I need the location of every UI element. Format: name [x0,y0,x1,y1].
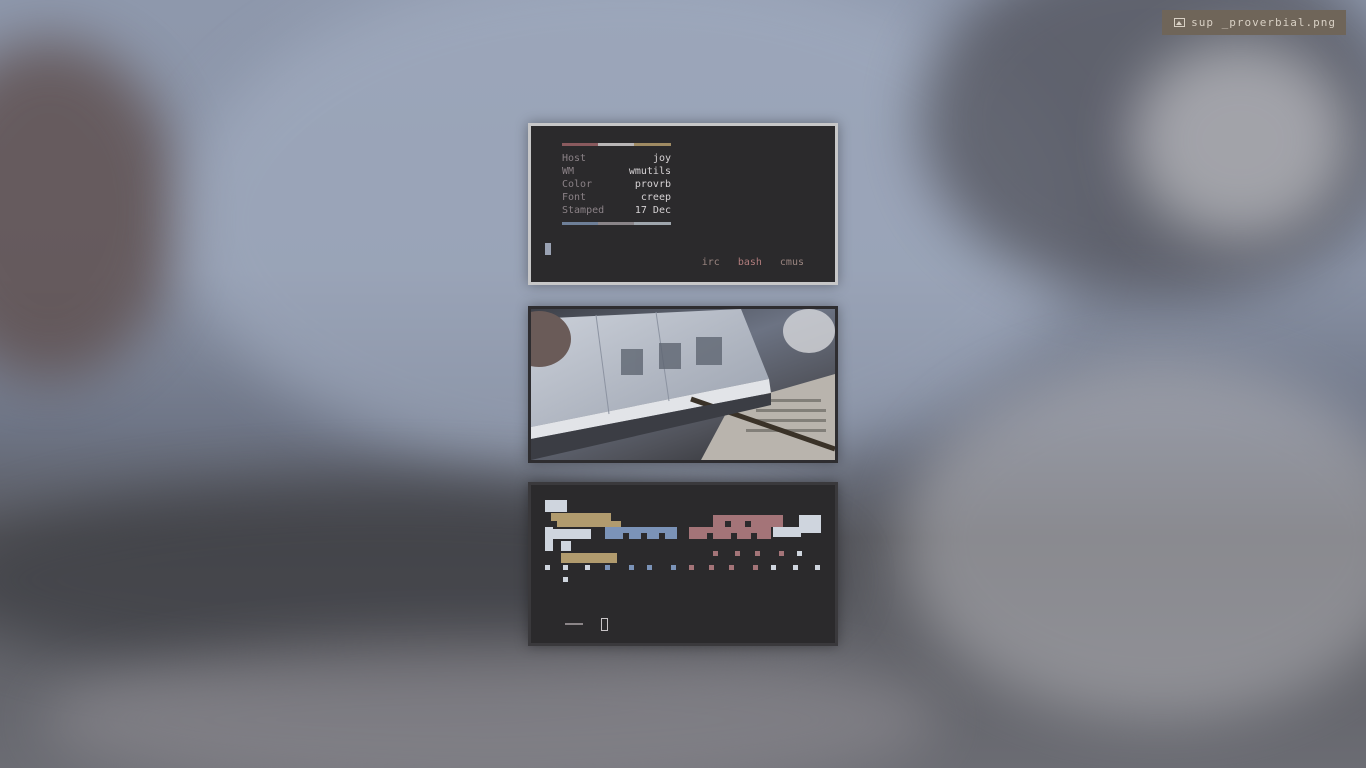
sysinfo-block: Host joy WM wmutils Color provrb Font creep … [562,143,671,225]
prompt-dash [565,623,583,625]
terminal-cursor [601,618,608,631]
sysinfo-row: Stamped 17 Dec [562,205,671,216]
pixel-art-terminal-window[interactable] [528,482,838,646]
terminal-cursor [545,243,551,255]
pixel-art-logo [545,500,821,582]
tab-cmus[interactable]: cmus [780,257,804,268]
wallpaper-label: sup _proverbial.png [1162,10,1346,35]
tab-bash[interactable]: bash [738,257,762,268]
wallpaper-preview-image [531,309,835,460]
sysinfo-terminal-window[interactable]: Host joy WM wmutils Color provrb Font creep … [528,123,838,285]
image-viewer-window[interactable] [528,306,838,463]
sysinfo-row: Host joy [562,153,671,164]
tab-irc[interactable]: irc [702,257,720,268]
wallpaper-filename: sup _proverbial.png [1191,16,1336,29]
image-icon [1174,18,1186,27]
color-rule-top [562,143,671,146]
sysinfo-row: WM wmutils [562,166,671,177]
sysinfo-row: Color provrb [562,179,671,190]
color-rule-bottom [562,222,671,225]
sysinfo-row: Font creep [562,192,671,203]
tmux-tabs: irc bash cmus [702,257,804,268]
